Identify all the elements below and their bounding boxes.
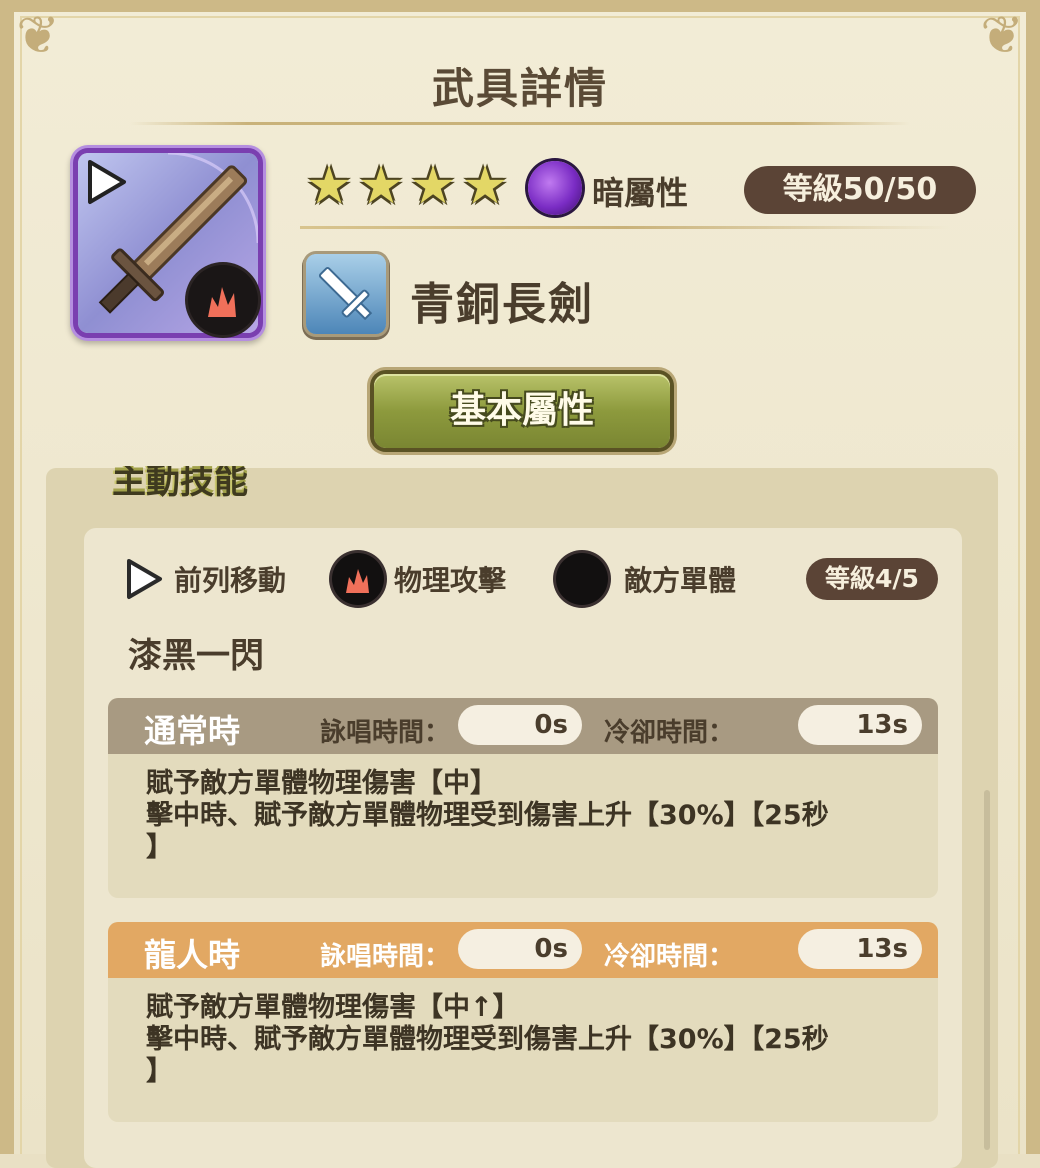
desc-line: 擊中時、賦予敵方單體物理受到傷害上升【30%】【25秒 — [146, 800, 829, 831]
cast-time-label: 詠唱時間： — [320, 718, 451, 748]
rarity-stars: ★ ★ ★ ★ — [303, 158, 511, 214]
title-divider — [130, 122, 910, 125]
dialog-title: 武具詳情 — [431, 64, 608, 113]
physical-attack-badge-icon — [188, 265, 258, 335]
state-description: 賦予敵方單體物理傷害【中↑】 擊中時、賦予敵方單體物理受到傷害上升【30%】【2… — [108, 978, 938, 1088]
state-dragonkin: 龍人時 詠唱時間： 0s 冷卻時間： 13s 賦予敵方單體物理傷害【中↑】 擊中… — [108, 922, 938, 1122]
cooldown-label: 冷卻時間： — [604, 942, 735, 972]
desc-line: 】 — [146, 832, 173, 863]
state-header: 通常時 詠唱時間： 0s 冷卻時間： 13s — [108, 698, 938, 754]
tag-physical-attack: 物理攻擊 — [332, 552, 506, 606]
tag-label: 物理攻擊 — [394, 564, 507, 597]
state-description: 賦予敵方單體物理傷害【中】 擊中時、賦予敵方單體物理受到傷害上升【30%】【25… — [108, 754, 938, 864]
star-icon: ★ — [461, 156, 509, 216]
desc-line: 】 — [146, 1056, 173, 1087]
state-name: 通常時 — [144, 712, 241, 750]
skill-name: 漆黑一閃 — [128, 636, 264, 676]
weapon-level-badge: 等級50/50 — [744, 166, 976, 214]
weapon-type-sword-icon — [306, 254, 386, 334]
physical-attack-icon — [332, 553, 384, 605]
tag-label: 前列移動 — [174, 564, 287, 597]
state-normal: 通常時 詠唱時間： 0s 冷卻時間： 13s 賦予敵方單體物理傷害【中】 擊中時… — [108, 698, 938, 898]
skill-level-badge: 等級4/5 — [806, 558, 938, 600]
desc-line: 賦予敵方單體物理傷害【中】 — [146, 768, 497, 799]
star-icon: ★ — [357, 156, 405, 216]
cooldown-label: 冷卻時間： — [604, 718, 735, 748]
tag-single-enemy: 敵方單體 — [556, 552, 736, 606]
tag-label: 敵方單體 — [624, 564, 737, 597]
single-target-icon — [556, 553, 608, 605]
cast-time-label: 詠唱時間： — [320, 942, 451, 972]
dark-attribute-icon — [528, 161, 582, 215]
cast-time-value: 0s — [458, 705, 582, 745]
attribute-label: 暗屬性 — [592, 174, 689, 212]
play-triangle-icon — [88, 160, 126, 204]
basic-attributes-button[interactable]: 基本屬性 — [374, 374, 670, 448]
cooldown-value: 13s — [798, 705, 922, 745]
state-header: 龍人時 詠唱時間： 0s 冷卻時間： 13s — [108, 922, 938, 978]
desc-line: 賦予敵方單體物理傷害【中↑】 — [146, 992, 520, 1023]
weapon-name: 青銅長劍 — [410, 279, 594, 330]
star-icon: ★ — [305, 156, 353, 216]
cooldown-value: 13s — [798, 929, 922, 969]
cast-time-value: 0s — [458, 929, 582, 969]
state-name: 龍人時 — [144, 936, 241, 974]
section-title-active-skill: 主動技能 — [112, 466, 248, 502]
scrollbar[interactable] — [984, 790, 990, 1150]
star-icon: ★ — [409, 156, 457, 216]
desc-line: 擊中時、賦予敵方單體物理受到傷害上升【30%】【25秒 — [146, 1024, 829, 1055]
tag-front-move: 前列移動 — [124, 552, 286, 606]
play-triangle-icon — [127, 559, 162, 599]
info-divider — [300, 226, 950, 229]
